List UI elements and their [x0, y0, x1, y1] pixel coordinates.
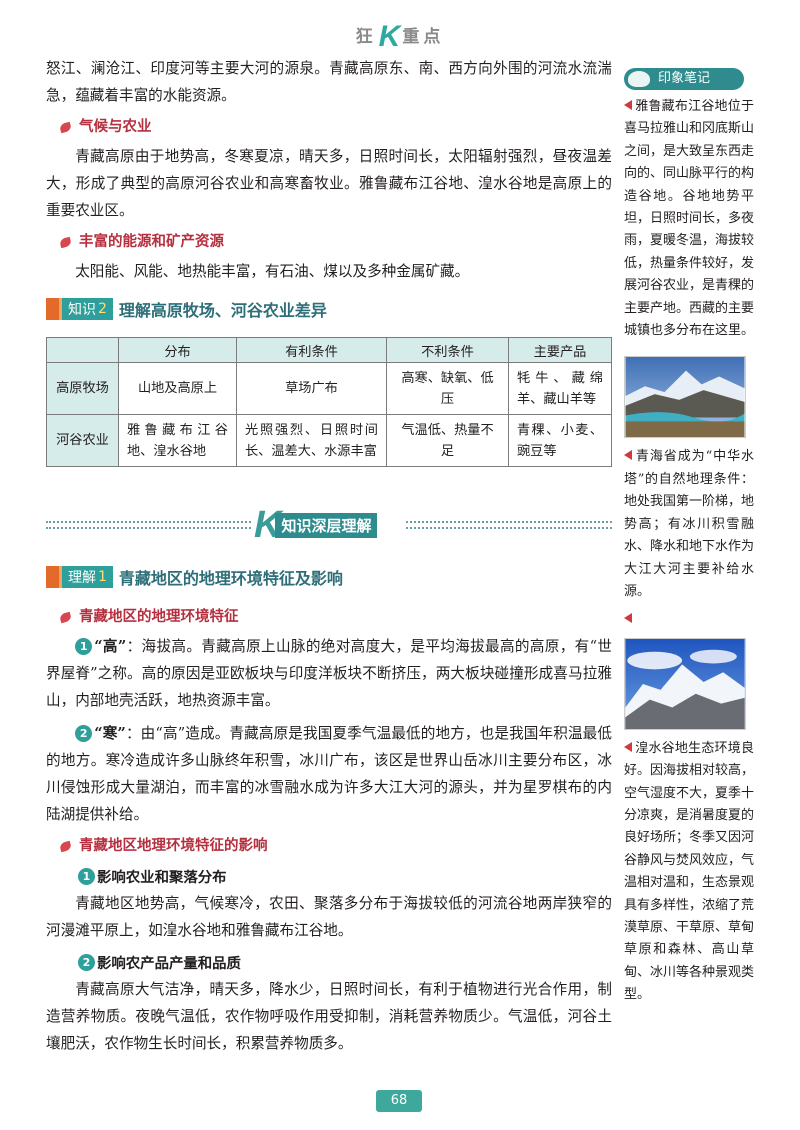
energy-paragraph: 太阳能、风能、地热能丰富，有石油、煤以及多种金属矿藏。 — [75, 263, 470, 280]
table-row: 河谷农业 雅鲁藏布江谷地、湟水谷地 光照强烈、日照时间长、温差大、水源丰富 气温… — [46, 414, 612, 467]
understand-tag: 理解 1 — [46, 566, 113, 588]
feature-high-paragraph: 1 “高”：海拔高。青藏高原上山脉的绝对高度大，是平均海拔最高的高原，有“世界屋脊… — [46, 638, 612, 709]
leaf-icon — [59, 121, 72, 133]
impact2-paragraph: 青藏高原大气洁净，晴天多，降水少，日照时间长，有利于植物进行光合作用，制造营养物… — [46, 981, 612, 1052]
header-left: 狂 — [355, 27, 377, 47]
triangle-marker-icon — [624, 741, 632, 752]
triangle-marker-icon — [624, 100, 632, 110]
triangle-marker-icon — [624, 613, 632, 624]
knowledge2-header: 知识 2 理解高原牧场、河谷农业差异 — [46, 297, 612, 321]
number-badge: 1 — [75, 638, 93, 655]
header-k-logo: K — [378, 20, 401, 53]
header-right: 重点 — [402, 27, 445, 47]
note-water-tower: 青海省成为“中华水塔”的自然地理条件：地处我国第一阶梯，地势高；有冰川积雪融水、… — [624, 449, 755, 599]
comparison-table: 分布 有利条件 不利条件 主要产品 高原牧场 山地及高原上 草场广布 高寒、缺氧… — [46, 337, 612, 467]
table-row: 高原牧场 山地及高原上 草场广布 高寒、缺氧、低压 牦牛、藏绵羊、藏山羊等 — [46, 362, 612, 415]
photo-river-valley — [624, 356, 746, 439]
knowledge-tag: 知识 2 — [46, 298, 113, 320]
book-icon — [46, 298, 62, 320]
table-header-row: 分布 有利条件 不利条件 主要产品 — [46, 337, 612, 363]
impact1-heading: 1 影响农业和聚落分布 — [78, 864, 612, 888]
main-column: 怒江、澜沧江、印度河等主要大河的源泉。青藏高原东、南、西方向外围的河流水流湍急，… — [46, 55, 612, 1057]
banner-divider — [46, 521, 251, 529]
deep-understanding-banner: K 知识深层理解 — [46, 499, 612, 549]
leaf-icon — [59, 611, 72, 623]
note-marker — [624, 609, 754, 631]
note-yarlung: 雅鲁藏布江谷地位于喜马拉雅山和冈底斯山之间，是大致呈东西走向的、同山脉平行的构造… — [624, 99, 755, 339]
sidebar-notes: 印象笔记 雅鲁藏布江谷地位于喜马拉雅山和冈底斯山之间，是大致呈东西走向的、同山脉… — [624, 68, 754, 1007]
impact2-heading: 2 影响农产品产量和品质 — [78, 950, 612, 974]
sidebar-title: 印象笔记 — [624, 68, 744, 90]
impacts-heading: 青藏地区地理环境特征的影响 — [59, 834, 612, 858]
feature-cold-paragraph: 2 “寒”：由“高”造成。青藏高原是我国夏季气温最低的地方，也是我国年积温最低的地… — [46, 725, 612, 823]
number-badge: 2 — [75, 725, 93, 742]
features-heading: 青藏地区的地理环境特征 — [59, 605, 612, 629]
knowledge2-title: 理解高原牧场、河谷农业差异 — [118, 301, 327, 320]
energy-heading: 丰富的能源和矿产资源 — [59, 230, 612, 254]
understand1-header: 理解 1 青藏地区的地理环境特征及影响 — [46, 565, 612, 589]
number-badge: 2 — [78, 953, 95, 971]
leaf-icon — [59, 236, 72, 248]
banner-divider — [406, 521, 612, 529]
number-badge: 1 — [78, 867, 95, 885]
climate-paragraph: 青藏高原由于地势高，冬寒夏凉，晴天多，日照时间长，太阳辐射强烈，昼夜温差大，形成… — [46, 148, 612, 219]
banner-label: 知识深层理解 — [275, 512, 378, 538]
elephant-icon — [628, 71, 650, 87]
book-icon — [46, 566, 62, 588]
leaf-icon — [59, 840, 72, 852]
triangle-marker-icon — [624, 450, 632, 461]
impact1-paragraph: 青藏地区地势高，气候寒冷，农田、聚落多分布于海拔较低的河流谷地两岸狭窄的河漫滩平… — [46, 895, 612, 939]
page-number: 68 — [376, 1090, 422, 1112]
page-header: 狂K 重点 — [0, 20, 800, 53]
understand1-title: 青藏地区的地理环境特征及影响 — [118, 569, 343, 588]
note-huangshui: 湟水谷地生态环境良好。因海拔相对较高，空气湿度不大，夏季十分凉爽，是消暑度夏的良… — [624, 740, 755, 1003]
climate-heading: 气候与农业 — [59, 115, 612, 139]
intro-paragraph: 怒江、澜沧江、印度河等主要大河的源泉。青藏高原东、南、西方向外围的河流水流湍急，… — [46, 60, 612, 104]
photo-snow-mountain — [624, 637, 746, 730]
